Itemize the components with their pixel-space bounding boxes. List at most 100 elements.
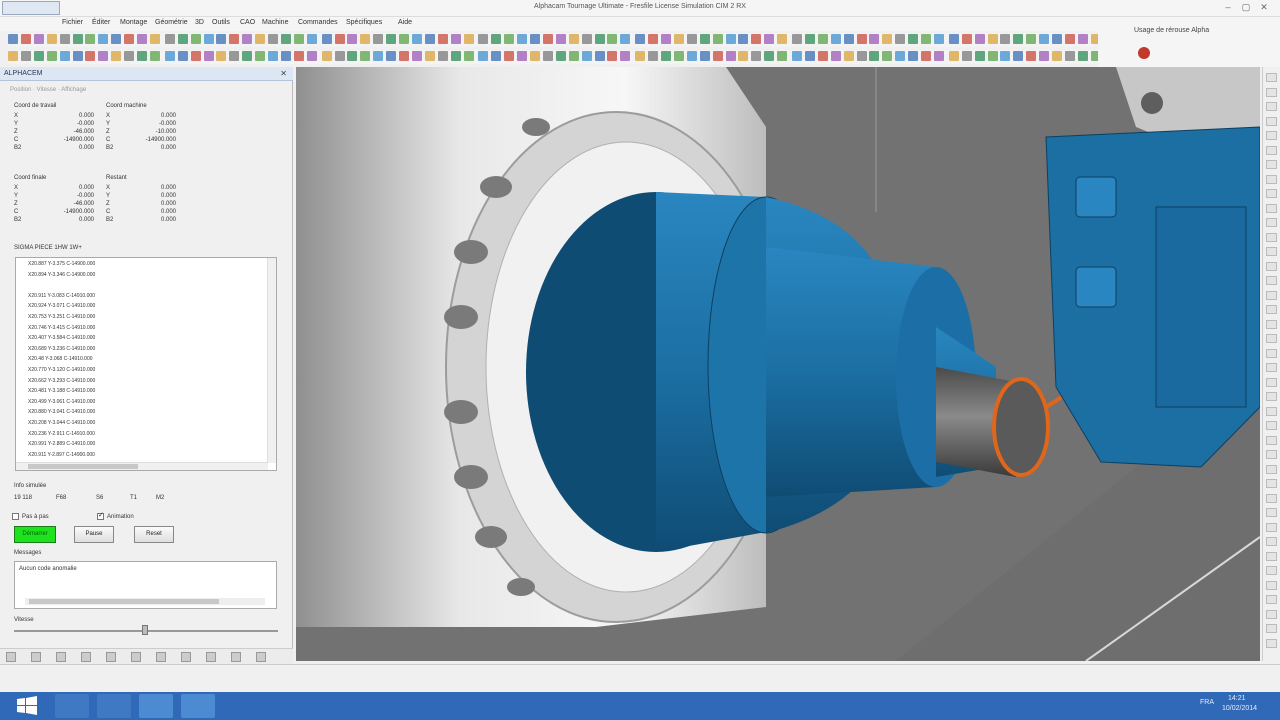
toolbar-button-icon[interactable] — [293, 34, 304, 44]
program-line[interactable]: X20.911 Y-3.083 C-14910.000 — [28, 293, 95, 299]
program-line[interactable]: X20.236 Y-2.911 C-14910.000 — [28, 431, 95, 437]
toolbar-button-icon[interactable] — [399, 34, 409, 44]
toolbar-button-icon[interactable] — [491, 51, 502, 61]
side-tool-icon[interactable] — [1266, 450, 1277, 459]
toolbar-button-icon[interactable] — [620, 34, 631, 44]
toolbar-button-icon[interactable] — [386, 34, 397, 44]
panel-tool-icon[interactable] — [31, 652, 41, 662]
program-line[interactable]: X20.662 Y-3.293 C-14910.000 — [28, 378, 95, 384]
toolbar-button-icon[interactable] — [764, 51, 775, 61]
toolbar-button-icon[interactable] — [517, 34, 528, 44]
side-tool-icon[interactable] — [1266, 508, 1277, 517]
toolbar-button-icon[interactable] — [8, 34, 18, 44]
toolbar-button-icon[interactable] — [607, 34, 618, 44]
toolbar-button-icon[interactable] — [255, 34, 266, 44]
toolbar-button-icon[interactable] — [542, 34, 553, 44]
toolbar-button-icon[interactable] — [673, 34, 684, 44]
toolbar-button-icon[interactable] — [98, 34, 109, 44]
toolbar-button-icon[interactable] — [33, 34, 44, 44]
toolbar-button-icon[interactable] — [1013, 51, 1024, 61]
toolbar-button-icon[interactable] — [478, 34, 489, 44]
toolbar-button-icon[interactable] — [635, 51, 646, 61]
toolbar-button-icon[interactable] — [216, 34, 227, 44]
toolbar-button-icon[interactable] — [908, 51, 919, 61]
side-tool-icon[interactable] — [1266, 87, 1277, 97]
toolbar-button-icon[interactable] — [149, 34, 160, 44]
toolbar-button-icon[interactable] — [921, 51, 931, 61]
toolbar-button-icon[interactable] — [137, 51, 147, 61]
toolbar-button-icon[interactable] — [882, 34, 893, 44]
toolbar-button-icon[interactable] — [581, 51, 592, 61]
toolbar-button-icon[interactable] — [620, 51, 631, 61]
program-line[interactable]: X20.407 Y-3.584 C-14910.000 — [28, 335, 95, 341]
toolbar-button-icon[interactable] — [792, 51, 802, 61]
program-line[interactable]: X20.48 Y-3.068 C-14910.000 — [28, 356, 93, 362]
side-tool-icon[interactable] — [1266, 566, 1277, 575]
toolbar-button-icon[interactable] — [98, 51, 109, 61]
menu-help[interactable]: Aide — [398, 19, 412, 26]
toolbar-button-icon[interactable] — [59, 34, 70, 44]
step-checkbox[interactable] — [12, 513, 19, 520]
toolbar-button-icon[interactable] — [895, 51, 906, 61]
side-tool-icon[interactable] — [1266, 377, 1277, 387]
horizontal-scrollbar[interactable] — [16, 462, 268, 470]
menu-geometry[interactable]: Géométrie — [155, 19, 188, 26]
toolbar-button-icon[interactable] — [46, 51, 57, 61]
program-line[interactable]: X20.887 Y-3.375 C-14900.000 — [28, 261, 95, 267]
program-line[interactable]: X20.746 Y-3.415 C-14910.000 — [28, 325, 95, 331]
toolbar-button-icon[interactable] — [568, 51, 579, 61]
program-line[interactable]: X20.481 Y-3.188 C-14910.000 — [28, 388, 95, 394]
toolbar-button-icon[interactable] — [399, 51, 409, 61]
panel-tool-icon[interactable] — [131, 652, 141, 662]
toolbar-button-icon[interactable] — [8, 51, 18, 61]
program-line[interactable]: X20.924 Y-3.071 C-14910.000 — [28, 303, 95, 309]
toolbar-button-icon[interactable] — [1052, 34, 1062, 44]
side-tool-icon[interactable] — [1266, 247, 1277, 256]
toolbar-button-icon[interactable] — [725, 51, 736, 61]
simulation-viewport[interactable] — [296, 67, 1260, 661]
toolbar-button-icon[interactable] — [111, 51, 122, 61]
toolbar-button-icon[interactable] — [20, 34, 31, 44]
toolbar-button-icon[interactable] — [46, 34, 57, 44]
toolbar-button-icon[interactable] — [280, 51, 291, 61]
toolbar-button-icon[interactable] — [856, 34, 867, 44]
toolbar-button-icon[interactable] — [504, 34, 515, 44]
toolbar-button-icon[interactable] — [72, 34, 83, 44]
menu-specific[interactable]: Spécifiques — [346, 19, 382, 26]
side-tool-icon[interactable] — [1266, 203, 1277, 213]
toolbar-button-icon[interactable] — [334, 51, 345, 61]
toolbar-button-icon[interactable] — [987, 51, 998, 61]
toolbar-button-icon[interactable] — [804, 34, 815, 44]
toolbar-button-icon[interactable] — [1077, 34, 1088, 44]
toolbar-button-icon[interactable] — [974, 34, 985, 44]
side-tool-icon[interactable] — [1266, 522, 1277, 532]
toolbar-button-icon[interactable] — [1064, 34, 1075, 44]
toolbar-button-icon[interactable] — [164, 51, 175, 61]
side-tool-icon[interactable] — [1266, 392, 1277, 401]
toolbar-button-icon[interactable] — [555, 34, 566, 44]
toolbar-button-icon[interactable] — [242, 34, 253, 44]
panel-tool-icon[interactable] — [256, 652, 266, 662]
side-tool-icon[interactable] — [1266, 290, 1277, 300]
toolbar-button-icon[interactable] — [334, 34, 345, 44]
toolbar-button-icon[interactable] — [699, 34, 710, 44]
side-tool-icon[interactable] — [1266, 276, 1277, 285]
toolbar-button-icon[interactable] — [673, 51, 684, 61]
program-line[interactable]: X20.689 Y-3.236 C-14910.000 — [28, 346, 95, 352]
toolbar-button-icon[interactable] — [504, 51, 515, 61]
toolbar-button-icon[interactable] — [1000, 34, 1011, 44]
side-tool-icon[interactable] — [1266, 73, 1277, 82]
toolbar-button-icon[interactable] — [830, 34, 841, 44]
toolbar-button-icon[interactable] — [268, 34, 278, 44]
panel-tabs[interactable]: Position · Vitesse · Affichage — [10, 87, 86, 93]
toolbar-button-icon[interactable] — [817, 51, 828, 61]
toolbar-button-icon[interactable] — [764, 34, 775, 44]
side-tool-icon[interactable] — [1266, 609, 1277, 619]
toolbar-button-icon[interactable] — [1052, 51, 1062, 61]
tray-date[interactable]: 10/02/2014 — [1222, 705, 1257, 712]
toolbar-button-icon[interactable] — [1077, 51, 1088, 61]
menu-3d[interactable]: 3D — [195, 19, 204, 26]
toolbar-button-icon[interactable] — [594, 51, 605, 61]
animation-checkbox[interactable] — [97, 511, 104, 520]
toolbar-button-icon[interactable] — [280, 34, 291, 44]
